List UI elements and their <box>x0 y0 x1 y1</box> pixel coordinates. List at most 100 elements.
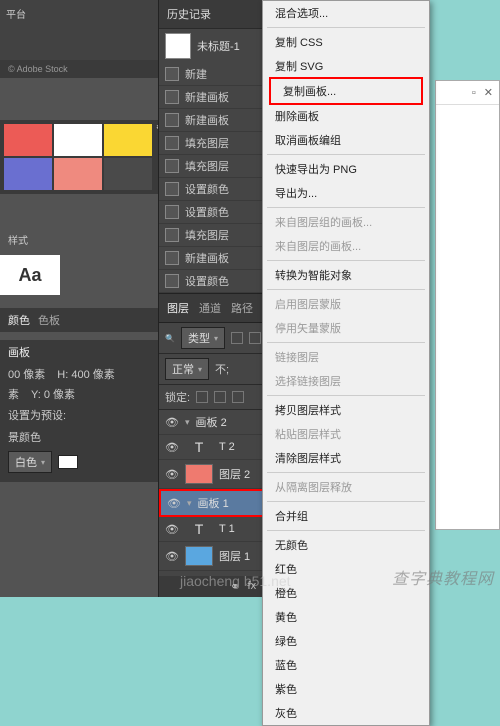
tab-artboard[interactable]: 画板 <box>8 344 30 360</box>
filter-icon[interactable] <box>231 332 243 344</box>
history-step-icon <box>165 113 179 127</box>
chevron-down-icon[interactable]: ▾ <box>185 417 190 428</box>
menu-separator <box>267 342 425 343</box>
menu-separator <box>267 472 425 473</box>
stock-label: © Adobe Stock <box>0 60 170 78</box>
menu-item[interactable]: 复制画板... <box>269 77 423 105</box>
bg-value: 白色 <box>15 454 37 470</box>
menu-item[interactable]: 转换为智能对象 <box>263 263 429 287</box>
history-step-icon <box>165 90 179 104</box>
menu-separator <box>267 501 425 502</box>
history-step-icon <box>165 274 179 288</box>
filter-icon[interactable] <box>249 332 261 344</box>
swatch[interactable] <box>54 158 102 190</box>
visibility-eye-icon[interactable]: 👁 <box>167 497 181 510</box>
swatch[interactable] <box>54 124 102 156</box>
y-value: Y: 0 像素 <box>31 386 75 402</box>
history-step-label: 填充图层 <box>185 158 229 174</box>
menu-separator <box>267 154 425 155</box>
visibility-eye-icon[interactable]: 👁 <box>165 416 179 429</box>
tab-swatch[interactable]: 色板 <box>38 312 60 328</box>
menu-item[interactable]: 清除图层样式 <box>263 446 429 470</box>
opacity-label: 不; <box>215 361 229 377</box>
layer-name: T 1 <box>219 523 235 535</box>
style-preview[interactable]: Aa <box>0 255 60 295</box>
menu-item: 停用矢量蒙版 <box>263 316 429 340</box>
menu-item[interactable]: 删除画板 <box>263 104 429 128</box>
lock-icon[interactable] <box>214 391 226 403</box>
menu-item[interactable]: 黄色 <box>263 605 429 629</box>
menu-item: 链接图层 <box>263 345 429 369</box>
search-icon[interactable]: 🔍 <box>165 334 175 343</box>
color-panel: 颜色 色板 <box>0 308 170 332</box>
menu-item[interactable]: 快速导出为 PNG <box>263 157 429 181</box>
swatch[interactable] <box>4 124 52 156</box>
menu-item[interactable]: 取消画板编组 <box>263 128 429 152</box>
left-panel: 平台 © Adobe Stock #FAD733 样式 Aa 颜色 色板 画板 … <box>0 0 170 597</box>
lock-label: 锁定: <box>165 389 190 405</box>
layer-thumb-icon <box>185 464 213 484</box>
visibility-eye-icon[interactable]: 👁 <box>165 550 179 563</box>
visibility-eye-icon[interactable]: 👁 <box>165 468 179 481</box>
visibility-eye-icon[interactable]: 👁 <box>165 441 179 454</box>
menu-item[interactable]: 复制 SVG <box>263 54 429 78</box>
menu-item[interactable]: 绿色 <box>263 629 429 653</box>
menu-separator <box>267 289 425 290</box>
menu-item: 粘贴图层样式 <box>263 422 429 446</box>
watermark: jiaocheng b51.net <box>180 573 291 589</box>
menu-item[interactable]: 合并组 <box>263 504 429 528</box>
context-menu: 混合选项... 复制 CSS复制 SVG复制画板...删除画板取消画板编组快速导出… <box>262 0 430 726</box>
lock-icon[interactable] <box>232 391 244 403</box>
tab-color[interactable]: 颜色 <box>8 312 30 328</box>
swatch-grid: #FAD733 <box>0 120 170 194</box>
lock-icon[interactable] <box>196 391 208 403</box>
visibility-eye-icon[interactable]: 👁 <box>165 523 179 536</box>
w-value: 00 像素 <box>8 366 45 382</box>
menu-item[interactable]: 蓝色 <box>263 653 429 677</box>
menu-item[interactable]: 灰色 <box>263 701 429 725</box>
tab-layer[interactable]: 图层 <box>167 300 189 316</box>
history-step-icon <box>165 67 179 81</box>
menu-separator <box>267 530 425 531</box>
menu-item[interactable]: 混合选项... <box>263 1 429 25</box>
menu-item[interactable]: 无颜色 <box>263 533 429 557</box>
close-icon[interactable]: ✕ <box>484 86 493 99</box>
layer-name: 图层 1 <box>219 548 250 564</box>
blend-mode-dropdown[interactable]: 正常▾ <box>165 358 209 380</box>
history-step-label: 设置颜色 <box>185 181 229 197</box>
bg-label: 景颜色 <box>8 429 41 445</box>
layer-name: T 2 <box>219 441 235 453</box>
platform-label: 平台 <box>6 10 26 21</box>
layer-thumb-icon <box>185 546 213 566</box>
artboard-panel: 画板 00 像素 H: 400 像素 素 Y: 0 像素 设置为预设: 景颜色 … <box>0 340 170 482</box>
chevron-down-icon[interactable]: ▾ <box>187 498 192 509</box>
text-layer-icon: T <box>185 521 213 537</box>
menu-item: 来自图层组的画板... <box>263 210 429 234</box>
floating-window: ▫ ✕ <box>435 80 500 530</box>
swatch[interactable] <box>4 158 52 190</box>
history-step-icon <box>165 228 179 242</box>
history-step-label: 设置颜色 <box>185 273 229 289</box>
tab-channel[interactable]: 通道 <box>199 300 221 316</box>
menu-separator <box>267 27 425 28</box>
swatch[interactable]: #FAD733 <box>104 124 152 156</box>
layer-kind-dropdown[interactable]: 类型▾ <box>181 327 225 349</box>
chevron-down-icon: ▾ <box>41 458 45 467</box>
menu-item[interactable]: 复制 CSS <box>263 30 429 54</box>
menu-item[interactable]: 导出为... <box>263 181 429 205</box>
menu-item: 选择链接图层 <box>263 369 429 393</box>
bg-color-dropdown[interactable]: 白色 ▾ <box>8 451 52 473</box>
window-titlebar: ▫ ✕ <box>436 81 499 105</box>
menu-item[interactable]: 拷贝图层样式 <box>263 398 429 422</box>
text-layer-icon: T <box>185 439 213 455</box>
style-label: 样式 <box>8 232 28 247</box>
history-step-icon <box>165 251 179 265</box>
maximize-icon[interactable]: ▫ <box>472 87 476 99</box>
history-step-icon <box>165 182 179 196</box>
menu-item[interactable]: 紫色 <box>263 677 429 701</box>
document-thumb-icon <box>165 33 191 59</box>
bg-swatch[interactable] <box>58 455 78 469</box>
h-value: H: 400 像素 <box>57 366 114 382</box>
swatch[interactable] <box>104 158 152 190</box>
tab-path[interactable]: 路径 <box>231 300 253 316</box>
